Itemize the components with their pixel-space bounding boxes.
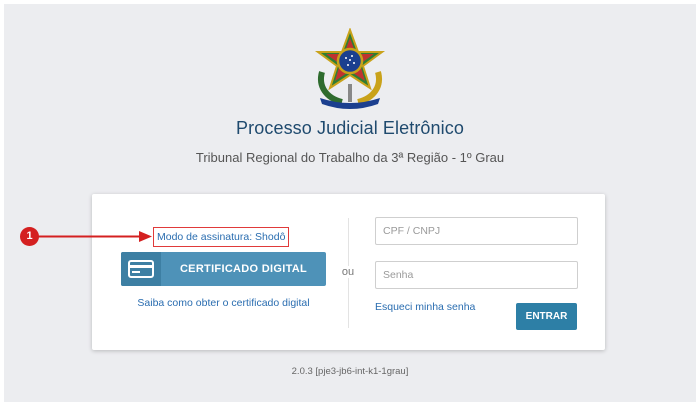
cpf-cnpj-input[interactable] — [375, 217, 578, 245]
enter-button[interactable]: ENTRAR — [516, 303, 577, 330]
digital-certificate-button[interactable]: CERTIFICADO DIGITAL — [121, 252, 326, 286]
certificate-help-link[interactable]: Saiba como obter o certificado digital — [121, 297, 326, 309]
id-card-icon — [128, 260, 154, 278]
bottom-strip — [0, 404, 700, 408]
page-subtitle: Tribunal Regional do Trabalho da 3ª Regi… — [195, 150, 505, 165]
page-title: Processo Judicial Eletrônico — [236, 118, 464, 138]
signature-mode-label: Modo de assinatura: Shodô — [153, 227, 290, 247]
version-text: 2.0.3 [pje3-jb6-int-k1-1grau] — [291, 366, 409, 377]
brazil-coat-of-arms-icon — [314, 28, 386, 109]
annotation-marker: 1 — [20, 227, 39, 246]
separator-text: ou — [340, 266, 356, 278]
forgot-password-link[interactable]: Esqueci minha senha — [375, 301, 475, 313]
digital-certificate-button-label: CERTIFICADO DIGITAL — [179, 263, 308, 275]
password-input[interactable] — [375, 261, 578, 289]
certificate-icon-area — [121, 252, 161, 286]
